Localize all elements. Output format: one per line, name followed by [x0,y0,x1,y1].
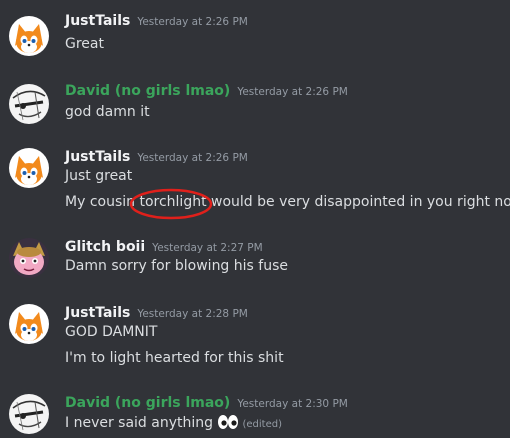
timestamp[interactable]: Yesterday at 2:26 PM [137,152,248,164]
sketch-avatar-icon[interactable] [9,394,49,434]
message-text: Damn sorry for blowing his fuse [65,258,288,274]
fox-avatar-icon[interactable] [9,148,49,188]
message-group: David (no girls lmao) Yesterday at 2:26 P… [0,80,510,130]
sketch-avatar-icon[interactable] [9,84,49,124]
message-header: JustTails Yesterday at 2:26 PM [65,146,248,165]
timestamp[interactable]: Yesterday at 2:27 PM [152,242,263,254]
username[interactable]: David (no girls lmao) [65,395,230,411]
fox-avatar-icon[interactable] [9,16,49,56]
message-header: JustTails Yesterday at 2:26 PM [65,10,248,29]
username[interactable]: JustTails [65,305,130,321]
message-group: Glitch boii Yesterday at 2:27 PM Damn sor… [0,236,510,286]
message-text: GOD DAMNIT [65,324,158,340]
message-header: JustTails Yesterday at 2:28 PM [65,302,248,321]
message-text-part: My cousin [65,194,140,210]
username[interactable]: JustTails [65,149,130,165]
message-header: David (no girls lmao) Yesterday at 2:30 P… [65,392,348,411]
fox-avatar-icon[interactable] [9,304,49,344]
pink-character-avatar-icon[interactable] [9,238,49,278]
message-header: Glitch boii Yesterday at 2:27 PM [65,236,263,255]
message-header: David (no girls lmao) Yesterday at 2:26 P… [65,80,348,99]
timestamp[interactable]: Yesterday at 2:26 PM [137,16,248,28]
timestamp[interactable]: Yesterday at 2:26 PM [237,86,348,98]
timestamp[interactable]: Yesterday at 2:28 PM [137,308,248,320]
timestamp[interactable]: Yesterday at 2:30 PM [237,398,348,410]
message-text-part: I never said anything [65,415,214,431]
chat-message-list: JustTails Yesterday at 2:26 PM Great Davi… [0,0,510,438]
edited-label: (edited) [242,419,282,430]
message-text: My cousin torchlight would be very disap… [65,194,510,210]
username[interactable]: Glitch boii [65,239,145,255]
message-text: I never said anything (edited) [65,414,282,434]
message-group: JustTails Yesterday at 2:28 PM GOD DAMNIT… [0,302,510,374]
message-text: I'm to light hearted for this shit [65,350,284,366]
username[interactable]: JustTails [65,13,130,29]
message-text: Just great [65,168,133,184]
message-text: god damn it [65,104,150,120]
message-group: JustTails Yesterday at 2:26 PM Great [0,10,510,60]
message-group: JustTails Yesterday at 2:26 PM Just great… [0,146,510,218]
username[interactable]: David (no girls lmao) [65,83,230,99]
eyes-emoji-icon [217,414,239,434]
message-text: Great [65,36,104,52]
message-text-part: would be very disappointed in you right … [206,194,510,210]
highlighted-word: torchlight [139,194,207,210]
message-group: David (no girls lmao) Yesterday at 2:30 P… [0,392,510,438]
